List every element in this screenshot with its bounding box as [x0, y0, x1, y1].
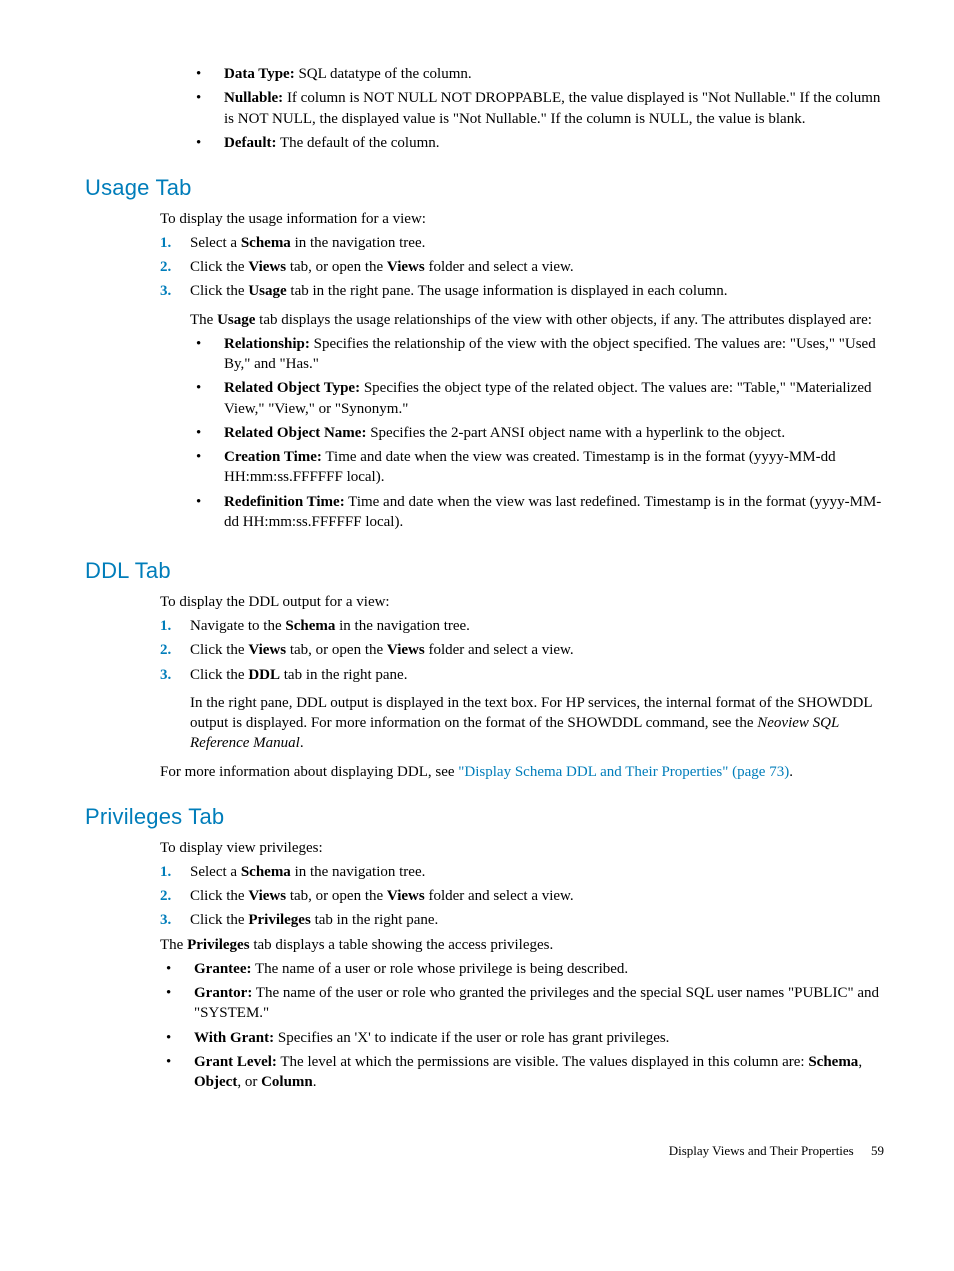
priv-step-2: 2.Click the Views tab, or open the Views… [160, 886, 884, 906]
priv-table-intro: The Privileges tab displays a table show… [160, 935, 884, 955]
usage-tab-body: To display the usage information for a v… [160, 209, 884, 537]
bullet-related-object-type: Related Object Type: Specifies the objec… [190, 378, 884, 419]
ddl-step-1: 1.Navigate to the Schema in the navigati… [160, 616, 884, 636]
bullet-grant-level: Grant Level: The level at which the perm… [160, 1052, 884, 1093]
usage-attr-list: Relationship: Specifies the relationship… [190, 334, 884, 532]
ddl-intro: To display the DDL output for a view: [160, 592, 884, 612]
columns-tab-continuation: Data Type: SQL datatype of the column. N… [160, 64, 884, 153]
usage-steps: 1.Select a Schema in the navigation tree… [160, 233, 884, 536]
heading-privileges-tab: Privileges Tab [85, 802, 884, 832]
bullet-creation-time: Creation Time: Time and date when the vi… [190, 447, 884, 488]
link-display-schema-ddl[interactable]: "Display Schema DDL and Their Properties… [458, 764, 789, 780]
usage-step-2: 2.Click the Views tab, or open the Views… [160, 257, 884, 277]
ddl-sub-text: In the right pane, DDL output is display… [190, 693, 884, 754]
bullet-relationship: Relationship: Specifies the relationship… [190, 334, 884, 375]
footer-page-number: 59 [871, 1143, 884, 1158]
bullet-redefinition-time: Redefinition Time: Time and date when th… [190, 492, 884, 533]
bullet-nullable: Nullable: If column is NOT NULL NOT DROP… [190, 88, 884, 129]
priv-intro: To display view privileges: [160, 838, 884, 858]
privileges-tab-body: To display view privileges: 1.Select a S… [160, 838, 884, 1093]
bullet-default: Default: The default of the column. [190, 133, 884, 153]
bullet-related-object-name: Related Object Name: Specifies the 2-par… [190, 423, 884, 443]
heading-usage-tab: Usage Tab [85, 173, 884, 203]
bullet-grantor: Grantor: The name of the user or role wh… [160, 983, 884, 1024]
priv-step-1: 1.Select a Schema in the navigation tree… [160, 862, 884, 882]
heading-ddl-tab: DDL Tab [85, 556, 884, 586]
footer-title: Display Views and Their Properties [669, 1143, 854, 1158]
priv-steps: 1.Select a Schema in the navigation tree… [160, 862, 884, 931]
priv-step-3: 3.Click the Privileges tab in the right … [160, 910, 884, 930]
bullet-data-type: Data Type: SQL datatype of the column. [190, 64, 884, 84]
priv-bullet-list: Grantee: The name of a user or role whos… [160, 959, 884, 1093]
bullet-with-grant: With Grant: Specifies an 'X' to indicate… [160, 1028, 884, 1048]
columns-bullet-list: Data Type: SQL datatype of the column. N… [190, 64, 884, 153]
bullet-grantee: Grantee: The name of a user or role whos… [160, 959, 884, 979]
ddl-steps: 1.Navigate to the Schema in the navigati… [160, 616, 884, 758]
ddl-step-2: 2.Click the Views tab, or open the Views… [160, 640, 884, 660]
usage-sub-intro: The Usage tab displays the usage relatio… [190, 310, 884, 330]
ddl-tab-body: To display the DDL output for a view: 1.… [160, 592, 884, 782]
page-footer: Display Views and Their Properties 59 [85, 1142, 884, 1160]
usage-intro: To display the usage information for a v… [160, 209, 884, 229]
usage-step-3: 3. Click the Usage tab in the right pane… [160, 281, 884, 536]
usage-step-1: 1.Select a Schema in the navigation tree… [160, 233, 884, 253]
ddl-more-info: For more information about displaying DD… [160, 762, 884, 782]
ddl-step-3: 3. Click the DDL tab in the right pane. … [160, 665, 884, 758]
